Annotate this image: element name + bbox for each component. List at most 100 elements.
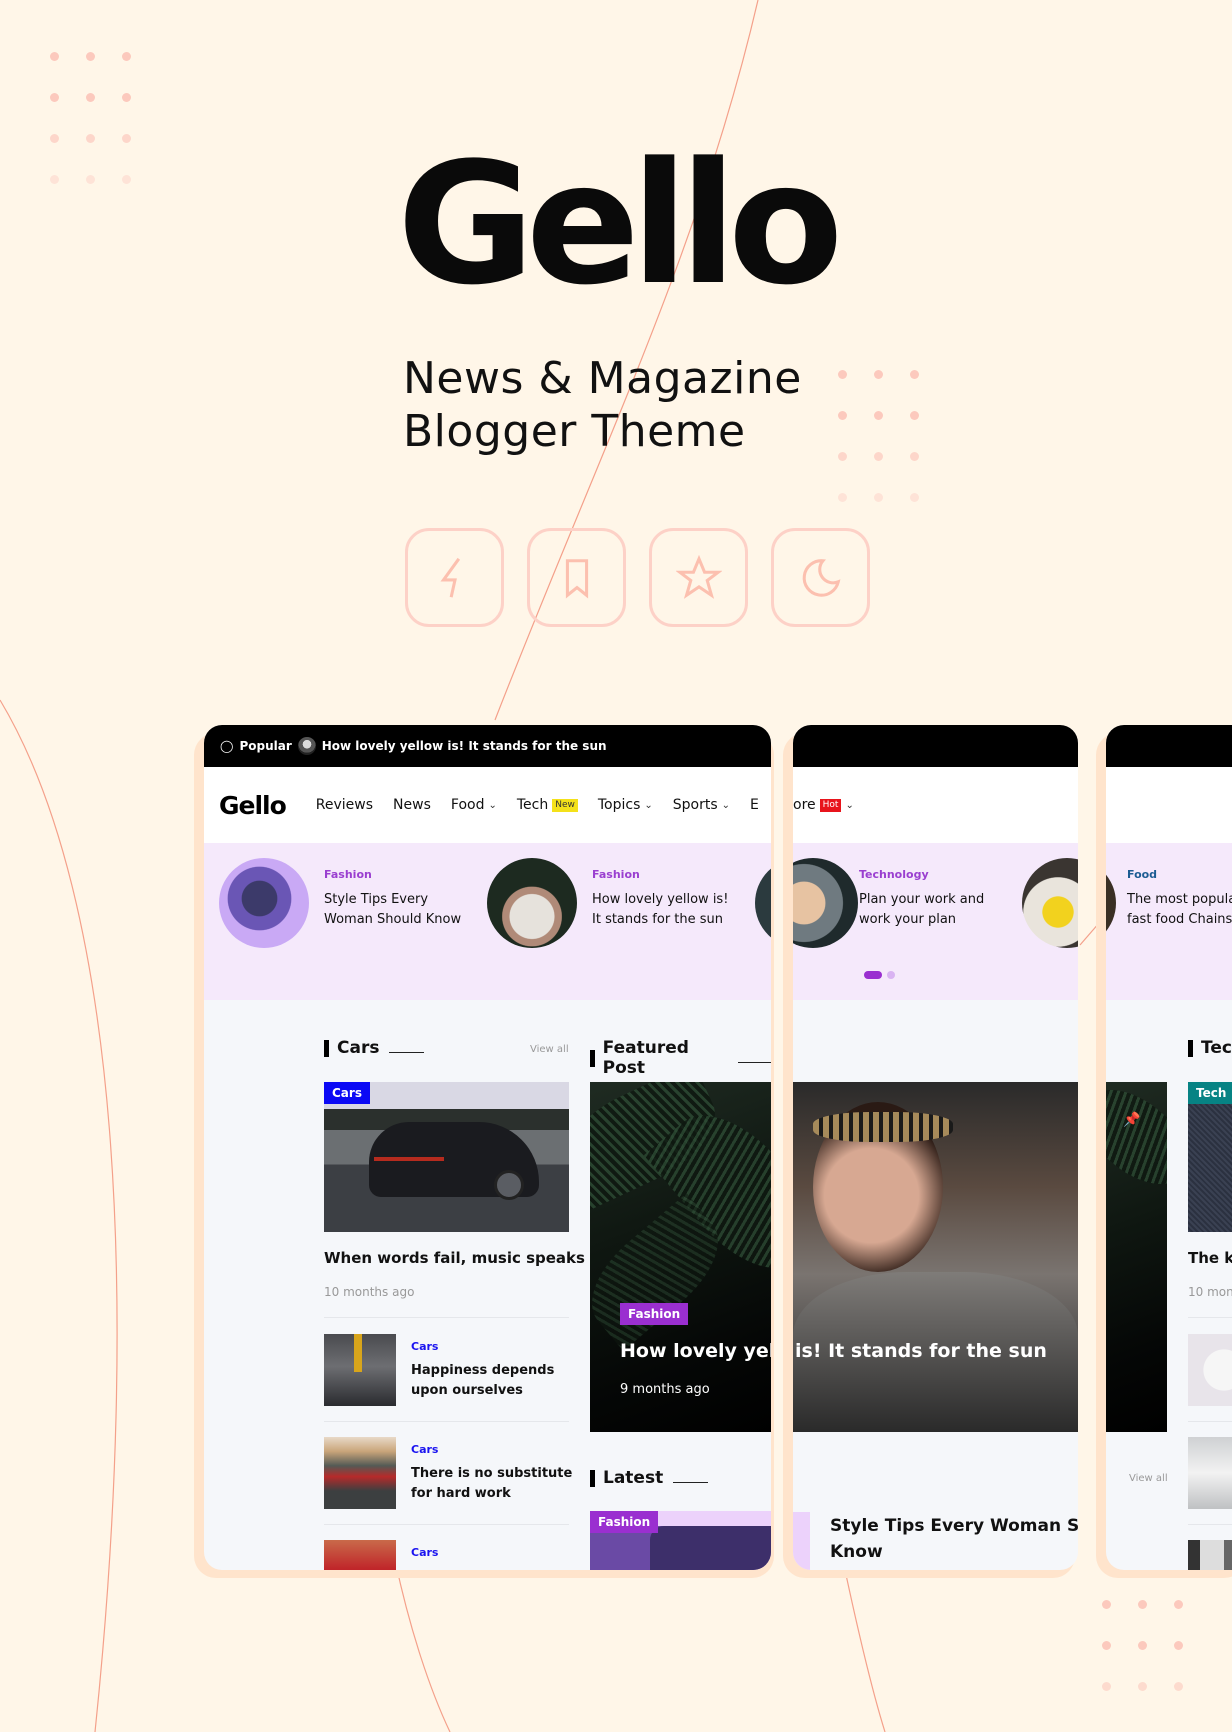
post-carousel: Food The most popular fast food Chains bbox=[1106, 843, 1232, 1000]
carousel-category[interactable]: Technology bbox=[859, 868, 984, 881]
carousel-category[interactable]: Fashion bbox=[592, 868, 728, 881]
nav-label: E bbox=[750, 797, 759, 813]
list-title-line1: There is no substitute bbox=[411, 1466, 573, 1481]
thumb-stripe bbox=[354, 1334, 362, 1372]
pager-dot[interactable] bbox=[887, 971, 895, 979]
list-category[interactable]: Cars bbox=[411, 1340, 554, 1353]
heading-text: Featured Post bbox=[602, 1038, 689, 1078]
chevron-down-icon: ⌄ bbox=[845, 799, 854, 811]
latest-heading: Latest bbox=[590, 1468, 709, 1488]
popular-topbar: ◯ Popular How lovely yellow is! It stand… bbox=[204, 725, 771, 767]
decorative-dots-mid-right bbox=[838, 370, 919, 502]
preview-card-2: ore Hot ⌄ Technology Plan your work and wo… bbox=[793, 725, 1078, 1570]
nav-news[interactable]: News bbox=[393, 797, 431, 813]
nav-tech[interactable]: Tech New bbox=[517, 797, 578, 813]
preview-card-1: ◯ Popular How lovely yellow is! It stand… bbox=[204, 725, 771, 1570]
cars-list-item[interactable]: Cars Happiness depends upon ourselves bbox=[324, 1334, 554, 1406]
carousel-item[interactable]: Fashion Style Tips Every Woman Should Kn… bbox=[219, 858, 461, 948]
carousel-title-line2: It stands for the sun bbox=[592, 912, 724, 927]
pager-dot-active[interactable] bbox=[864, 971, 882, 979]
moon-icon bbox=[802, 558, 840, 597]
site-logo[interactable]: Gello bbox=[219, 791, 287, 820]
carousel-item[interactable]: Fashion How lovely yellow is! It stands … bbox=[487, 858, 728, 948]
nav-topics[interactable]: Topics ⌄ bbox=[598, 797, 653, 813]
hero-title: Gello bbox=[397, 126, 843, 322]
featured-post-image[interactable]: Fashion How lovely yello 9 months ago bbox=[590, 1082, 771, 1432]
hot-badge: Hot bbox=[819, 798, 842, 812]
topbar bbox=[793, 725, 1078, 767]
new-badge: New bbox=[552, 798, 578, 812]
carousel-title-line1: Plan your work and bbox=[859, 892, 985, 907]
cars-list-item[interactable]: Cars There is no substitute for hard wor… bbox=[324, 1437, 572, 1509]
pin-icon[interactable]: 📌 bbox=[1123, 1112, 1140, 1128]
nav-explore[interactable]: ore Hot ⌄ bbox=[793, 797, 854, 813]
nav-explore-partial[interactable]: E bbox=[750, 797, 759, 813]
hero-subtitle: News & Magazine Blogger Theme bbox=[403, 352, 802, 458]
featured-post-image[interactable]: is! It stands for the sun bbox=[793, 1082, 1078, 1432]
latest-title[interactable]: Style Tips Every Woman Shou Know bbox=[830, 1513, 1078, 1565]
carousel-title-line2: Woman Should Know bbox=[324, 912, 462, 927]
latest-title-line1: Style Tips Every Woman Shou bbox=[830, 1516, 1078, 1536]
carousel-category[interactable]: Fashion bbox=[324, 868, 461, 881]
divider bbox=[324, 1524, 569, 1525]
featured-tag[interactable]: Fashion bbox=[620, 1303, 689, 1325]
tech-main-image[interactable] bbox=[1188, 1082, 1232, 1232]
nav-reviews[interactable]: Reviews bbox=[316, 797, 373, 813]
featured-title[interactable]: How lovely yello bbox=[620, 1340, 771, 1362]
feature-star bbox=[649, 528, 748, 627]
featured-title-continued[interactable]: is! It stands for the sun bbox=[795, 1340, 1047, 1362]
headscarf-shape bbox=[813, 1112, 953, 1142]
tech-list-thumb[interactable] bbox=[1188, 1334, 1232, 1406]
cars-main-image[interactable] bbox=[324, 1082, 569, 1232]
list-category[interactable]: Cars bbox=[411, 1546, 438, 1559]
carousel-item[interactable]: Technology Plan your work and work your … bbox=[859, 858, 984, 930]
nav-label: ore bbox=[793, 797, 816, 813]
divider bbox=[1188, 1317, 1232, 1318]
list-category[interactable]: Cars bbox=[411, 1443, 572, 1456]
carousel-pager bbox=[864, 971, 895, 979]
popular-label: Popular bbox=[239, 739, 292, 753]
post-carousel: Technology Plan your work and work your … bbox=[793, 843, 1078, 1000]
car-wheel bbox=[494, 1170, 524, 1200]
nav-food[interactable]: Food ⌄ bbox=[451, 797, 497, 813]
heading-bar bbox=[590, 1469, 595, 1487]
view-all-link[interactable]: View all bbox=[1129, 1473, 1168, 1484]
list-thumb bbox=[324, 1437, 396, 1509]
carousel-title-line1: Style Tips Every bbox=[324, 892, 429, 907]
heading-bar bbox=[590, 1049, 595, 1067]
list-thumb bbox=[324, 1334, 396, 1406]
cars-list-item[interactable]: Cars bbox=[324, 1540, 438, 1570]
nav-sports[interactable]: Sports ⌄ bbox=[673, 797, 730, 813]
cars-tag[interactable]: Cars bbox=[324, 1082, 370, 1104]
post-carousel: Fashion Style Tips Every Woman Should Kn… bbox=[204, 843, 771, 1000]
tech-list-thumb[interactable] bbox=[1188, 1540, 1232, 1570]
carousel-thumb bbox=[793, 858, 858, 948]
cars-view-all-link[interactable]: View all bbox=[530, 1044, 569, 1055]
pinned-post-image[interactable]: 📌 bbox=[1106, 1082, 1167, 1432]
feature-icons bbox=[405, 528, 870, 627]
divider bbox=[324, 1317, 569, 1318]
carousel-thumb bbox=[487, 858, 577, 948]
carousel-title-line2: work your plan bbox=[859, 912, 957, 927]
carousel-thumb bbox=[1106, 858, 1116, 948]
tech-tag[interactable]: Tech bbox=[1188, 1082, 1232, 1104]
tech-main-title[interactable]: The ke bbox=[1188, 1249, 1232, 1267]
cars-main-title[interactable]: When words fail, music speaks bbox=[324, 1249, 585, 1267]
popular-headline[interactable]: How lovely yellow is! It stands for the … bbox=[322, 739, 607, 753]
hero-subtitle-line1: News & Magazine bbox=[403, 353, 802, 404]
topbar bbox=[1106, 725, 1232, 767]
carousel-title-line2: fast food Chains bbox=[1127, 912, 1232, 927]
divider bbox=[1188, 1421, 1232, 1422]
nav-label: Topics bbox=[597, 797, 641, 813]
feature-moon bbox=[771, 528, 870, 627]
latest-tag[interactable]: Fashion bbox=[590, 1511, 659, 1533]
carousel-category[interactable]: Food bbox=[1127, 868, 1232, 881]
cars-main-date: 10 months ago bbox=[324, 1285, 415, 1299]
heading-text: Tec bbox=[1201, 1038, 1232, 1058]
latest-title-line2: Know bbox=[830, 1542, 883, 1562]
nav-label: Tech bbox=[516, 797, 549, 813]
carousel-item[interactable]: Food The most popular fast food Chains bbox=[1127, 858, 1232, 930]
heading-underline bbox=[389, 1051, 425, 1053]
tech-list-thumb[interactable] bbox=[1188, 1437, 1232, 1509]
lightning-icon bbox=[439, 557, 460, 597]
